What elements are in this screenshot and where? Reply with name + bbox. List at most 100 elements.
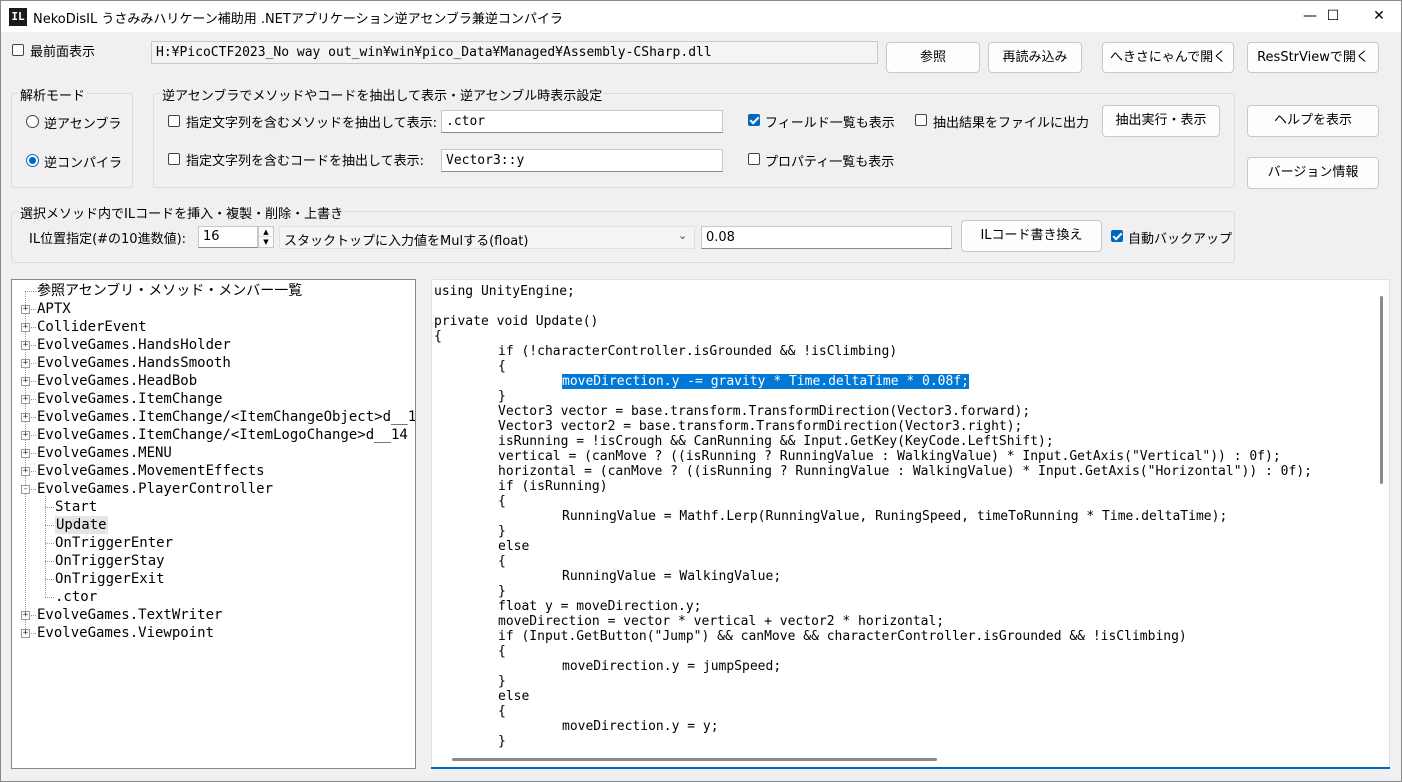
code-line[interactable]: if (isRunning) <box>498 479 608 494</box>
decompiler-radio[interactable] <box>26 154 39 167</box>
code-filter-checkbox[interactable] <box>168 153 180 165</box>
expand-icon[interactable]: + <box>21 629 30 638</box>
expand-icon[interactable]: + <box>21 341 30 350</box>
horizontal-scrollbar-thumb[interactable] <box>452 758 937 761</box>
code-line[interactable]: } <box>498 524 506 539</box>
code-line[interactable]: else <box>498 539 529 554</box>
tree-connector <box>25 291 36 292</box>
tree-class-item[interactable]: EvolveGames.HandsSmooth <box>37 354 231 372</box>
tree-method-item[interactable]: .ctor <box>55 588 97 606</box>
il-operand-input[interactable]: 0.08 <box>701 226 952 249</box>
il-position-input[interactable]: 16 <box>198 226 258 248</box>
run-extract-button[interactable]: 抽出実行・表示 <box>1102 105 1220 137</box>
tree-class-item[interactable]: APTX <box>37 300 71 318</box>
code-line[interactable]: } <box>498 389 506 404</box>
expand-icon[interactable]: + <box>21 467 30 476</box>
tree-class-item[interactable]: EvolveGames.ItemChange/<ItemLogoChange>d… <box>37 426 408 444</box>
chevron-down-icon: ⌄ <box>678 229 688 242</box>
code-line[interactable]: { <box>498 359 506 374</box>
expand-icon[interactable]: + <box>21 323 30 332</box>
code-line[interactable]: moveDirection = vector * vertical + vect… <box>498 614 944 629</box>
tree-root[interactable]: 参照アセンブリ・メソッド・メンバー一覧 <box>37 282 302 300</box>
tree-class-item[interactable]: EvolveGames.ItemChange/<ItemChangeObject… <box>37 408 415 426</box>
decompiled-code-view[interactable]: using UnityEngine; private void Update(){… <box>431 279 1390 769</box>
il-rewrite-button[interactable]: ILコード書き換え <box>961 220 1102 252</box>
code-line[interactable]: { <box>498 644 506 659</box>
tree-method-item[interactable]: OnTriggerStay <box>55 552 165 570</box>
method-filter-input[interactable]: .ctor <box>441 110 723 133</box>
close-button[interactable]: ✕ <box>1356 1 1402 32</box>
code-line[interactable]: RunningValue = WalkingValue; <box>562 569 781 584</box>
title-bar[interactable]: IL NekoDisIL うさみみハリケーン補助用 .NETアプリケーション逆ア… <box>1 1 1401 32</box>
always-on-top-checkbox[interactable] <box>12 44 24 56</box>
tree-class-item[interactable]: EvolveGames.HeadBob <box>37 372 197 390</box>
tree-class-item[interactable]: EvolveGames.ItemChange <box>37 390 222 408</box>
code-line[interactable]: moveDirection.y = jumpSpeed; <box>562 659 781 674</box>
code-line[interactable]: horizontal = (canMove ? ((isRunning ? Ru… <box>498 464 1312 479</box>
code-line[interactable]: { <box>498 554 506 569</box>
help-button[interactable]: ヘルプを表示 <box>1247 105 1379 137</box>
code-line[interactable]: vertical = (canMove ? ((isRunning ? Runn… <box>498 449 1281 464</box>
tree-method-item[interactable]: Update <box>55 516 108 534</box>
tree-class-item[interactable]: EvolveGames.TextWriter <box>37 606 222 624</box>
output-file-checkbox[interactable] <box>915 114 927 126</box>
code-line[interactable]: if (!characterController.isGrounded && !… <box>498 344 897 359</box>
open-resstrview-button[interactable]: ResStrViewで開く <box>1247 42 1379 73</box>
disassembler-radio[interactable] <box>26 115 39 128</box>
code-line[interactable]: } <box>498 674 506 689</box>
code-line[interactable]: } <box>498 734 506 749</box>
code-line[interactable]: private void Update() <box>434 314 598 329</box>
maximize-button[interactable]: ☐ <box>1310 1 1356 32</box>
browse-button[interactable]: 参照 <box>886 42 980 73</box>
code-line[interactable]: using UnityEngine; <box>434 284 575 299</box>
show-properties-checkbox[interactable] <box>748 153 760 165</box>
method-filter-checkbox[interactable] <box>168 115 180 127</box>
code-line[interactable]: RunningValue = Mathf.Lerp(RunningValue, … <box>562 509 1227 524</box>
code-line[interactable]: if (Input.GetButton("Jump") && canMove &… <box>498 629 1187 644</box>
tree-method-item[interactable]: Start <box>55 498 97 516</box>
collapse-icon[interactable]: - <box>21 485 30 494</box>
expand-icon[interactable]: + <box>21 377 30 386</box>
expand-icon[interactable]: + <box>21 431 30 440</box>
tree-class-item[interactable]: EvolveGames.MENU <box>37 444 172 462</box>
code-line[interactable]: Vector3 vector = base.transform.Transfor… <box>498 404 1030 419</box>
code-line[interactable]: Vector3 vector2 = base.transform.Transfo… <box>498 419 1022 434</box>
member-tree[interactable]: 参照アセンブリ・メソッド・メンバー一覧 APTX + ColliderEvent + E… <box>11 279 416 769</box>
tree-class-item[interactable]: EvolveGames.Viewpoint <box>37 624 214 642</box>
version-info-button[interactable]: バージョン情報 <box>1247 157 1379 189</box>
auto-backup-checkbox[interactable] <box>1111 230 1123 242</box>
tree-class-item[interactable]: EvolveGames.HandsHolder <box>37 336 231 354</box>
code-line[interactable]: { <box>434 329 442 344</box>
tree-method-item[interactable]: OnTriggerExit <box>55 570 165 588</box>
expand-icon[interactable]: + <box>21 359 30 368</box>
show-fields-checkbox[interactable] <box>748 114 760 126</box>
open-hekisa-button[interactable]: へきさにゃんで開く <box>1102 42 1234 73</box>
tree-method-item[interactable]: OnTriggerEnter <box>55 534 173 552</box>
expand-icon[interactable]: + <box>21 449 30 458</box>
code-selection[interactable]: moveDirection.y -= gravity * Time.deltaT… <box>562 374 969 389</box>
code-line[interactable]: } <box>498 584 506 599</box>
code-line[interactable]: isRunning = !isCrough && CanRunning && I… <box>498 434 1054 449</box>
il-position-spinner[interactable]: ▲ ▼ <box>258 226 274 248</box>
vertical-scrollbar-thumb[interactable] <box>1380 296 1383 484</box>
code-filter-input[interactable]: Vector3::y <box>441 149 723 172</box>
code-line[interactable]: else <box>498 689 529 704</box>
il-operation-select[interactable]: スタックトップに入力値をMulする(float) ⌄ <box>279 226 695 249</box>
expand-icon[interactable]: + <box>21 413 30 422</box>
code-line[interactable]: { <box>498 494 506 509</box>
expand-icon[interactable]: + <box>21 395 30 404</box>
tree-class-item[interactable]: ColliderEvent <box>37 318 147 336</box>
spin-down-icon[interactable]: ▼ <box>259 237 273 247</box>
expand-icon[interactable]: + <box>21 611 30 620</box>
tree-class-item[interactable]: EvolveGames.MovementEffects <box>37 462 265 480</box>
tree-class-item[interactable]: EvolveGames.PlayerController <box>37 480 273 498</box>
reload-button[interactable]: 再読み込み <box>988 42 1082 73</box>
expand-icon[interactable]: + <box>21 305 30 314</box>
spin-up-icon[interactable]: ▲ <box>259 227 273 237</box>
tree-connector <box>31 453 36 454</box>
assembly-path-field[interactable]: H:¥PicoCTF2023_No way out_win¥win¥pico_D… <box>151 41 878 64</box>
code-line-selected[interactable]: moveDirection.y -= gravity * Time.deltaT… <box>562 374 969 389</box>
code-line[interactable]: float y = moveDirection.y; <box>498 599 702 614</box>
code-line[interactable]: moveDirection.y = y; <box>562 719 719 734</box>
code-line[interactable]: { <box>498 704 506 719</box>
